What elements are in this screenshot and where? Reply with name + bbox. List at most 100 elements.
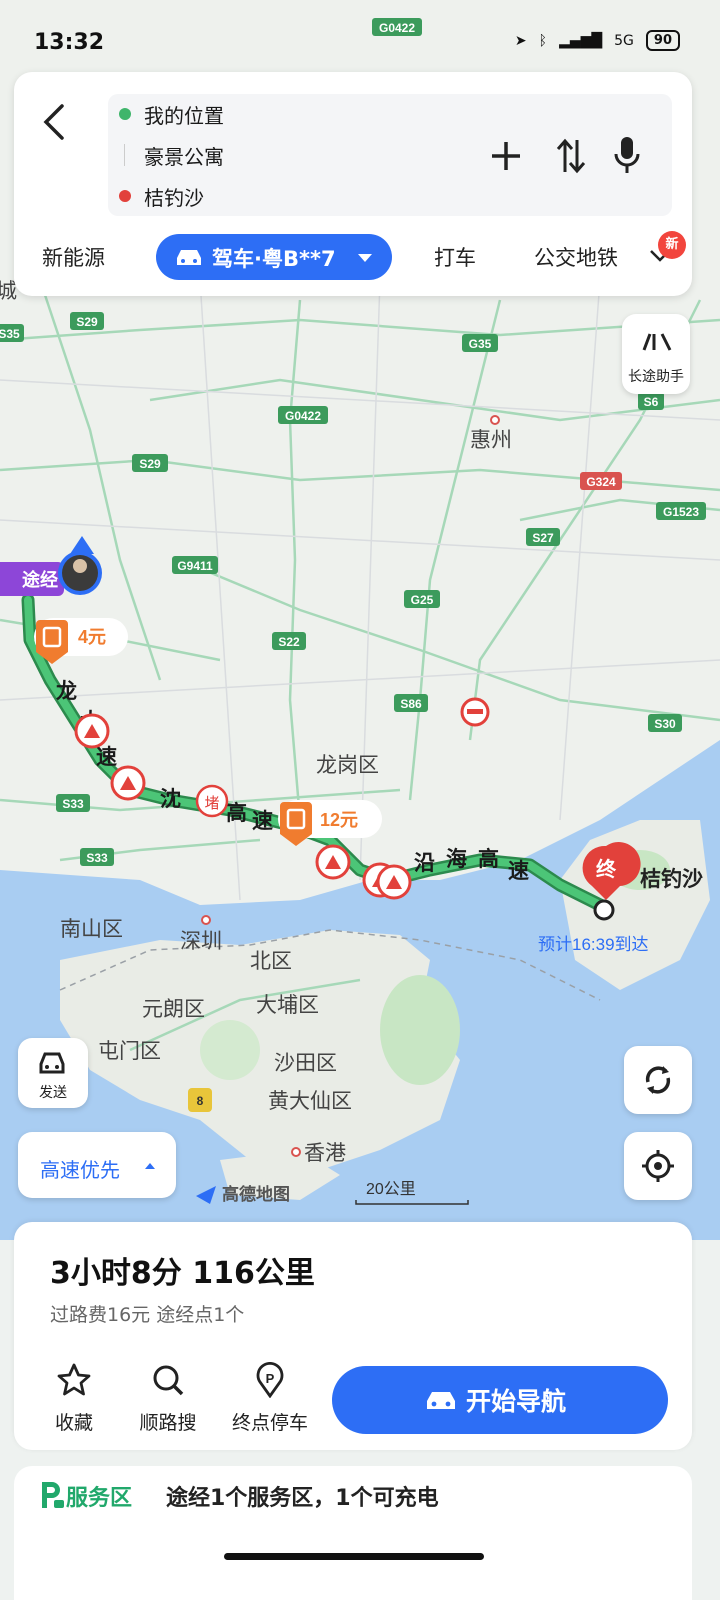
road-shield-g324: G324 (580, 472, 622, 490)
eta-label: 预计16:39到达 (538, 935, 649, 954)
route-preference-button[interactable]: 高速优先 (18, 1132, 176, 1198)
refresh-icon (645, 1066, 671, 1094)
waypoint-tag: 途经 (0, 562, 64, 596)
road-shield-s6: S6 (638, 392, 664, 410)
network-label: 5G (614, 32, 634, 49)
road-shield-s29: S29 (70, 312, 104, 330)
new-badge: 新 (658, 231, 686, 259)
road-shield-s30: S30 (648, 714, 682, 732)
collect-label: 收藏 (54, 1412, 93, 1434)
destination-parking-button[interactable]: P 终点停车 (230, 1361, 310, 1434)
waypoint-field[interactable]: 豪景公寓 (144, 141, 224, 170)
place-shatian: 沙田区 (274, 1052, 337, 1075)
svg-text:G0422: G0422 (285, 409, 321, 423)
route-name-char: 沿 (414, 852, 435, 875)
swap-icon[interactable] (554, 136, 588, 176)
car-icon (177, 250, 201, 265)
svg-text:S86: S86 (400, 697, 422, 711)
tab-new-energy[interactable]: 新能源 (42, 242, 105, 272)
back-icon[interactable] (40, 102, 68, 142)
svg-text:S29: S29 (139, 457, 161, 471)
road-trip-icon (642, 333, 672, 351)
battery-indicator: 90 (645, 30, 680, 51)
locate-me-button[interactable] (624, 1132, 692, 1200)
location-icon: ➤ (514, 32, 527, 49)
long-trip-assistant-button[interactable]: 长途助手 (622, 314, 690, 394)
service-area-card[interactable]: 服务区 途经1个服务区，1个可充电 (14, 1466, 692, 1600)
svg-text:G35: G35 (469, 337, 492, 351)
origin-field[interactable]: 我的位置 (144, 100, 224, 129)
park-area (200, 1020, 260, 1080)
svg-text:8: 8 (197, 1094, 204, 1108)
svg-text:4元: 4元 (78, 627, 106, 647)
car-send-icon (39, 1052, 65, 1074)
road-shield-s27: S27 (526, 528, 560, 546)
route-summary-panel: 3小时8分 116公里 过路费16元 途经点1个 收藏 顺路搜 P 终点停车 开… (14, 1222, 692, 1450)
svg-text:S33: S33 (62, 797, 84, 811)
svg-text:G324: G324 (586, 475, 616, 489)
svg-text:G1523: G1523 (663, 505, 699, 519)
place-hongkong: 香港 (304, 1142, 346, 1165)
collect-button[interactable]: 收藏 (34, 1362, 114, 1434)
start-navigation-button[interactable]: 开始导航 (332, 1366, 668, 1434)
svg-text:S22: S22 (278, 635, 300, 649)
road-shield-s35: S35 (0, 324, 24, 342)
svg-text:高德地图: 高德地图 (222, 1184, 290, 1204)
search-icon (153, 1365, 184, 1396)
route-name-char: 高 (478, 847, 499, 871)
road-shield-g9411: G9411 (172, 556, 218, 574)
tab-taxi[interactable]: 打车 (434, 242, 476, 272)
city-dot (490, 415, 500, 425)
search-along-label: 顺路搜 (139, 1412, 197, 1434)
divider (124, 144, 125, 166)
microphone-icon[interactable] (612, 134, 642, 176)
place-yuanlang: 元朗区 (142, 998, 205, 1021)
chevron-up-icon (145, 1163, 155, 1169)
place-dapu: 大埔区 (256, 994, 319, 1017)
car-icon (427, 1392, 455, 1409)
svg-text:途经: 途经 (22, 569, 58, 590)
route-name-char: 速 (508, 860, 529, 883)
send-to-car-button[interactable]: 发送 (18, 1038, 88, 1108)
tab-transit[interactable]: 公交地铁 (534, 242, 624, 272)
svg-text:S27: S27 (532, 531, 554, 545)
construction-icon (376, 864, 412, 900)
construction-icon (74, 713, 110, 749)
place-north: 北区 (250, 950, 292, 973)
route-name-char: 龙 (56, 679, 77, 703)
svg-text:P: P (266, 1371, 275, 1386)
road-shield-g1523: G1523 (656, 502, 706, 520)
home-indicator[interactable] (224, 1553, 484, 1560)
parking-icon: P (256, 1361, 284, 1399)
long-trip-label: 长途助手 (628, 369, 684, 385)
city-dot (201, 915, 211, 925)
svg-text:20公里: 20公里 (366, 1180, 416, 1198)
svg-text:S6: S6 (644, 395, 659, 409)
road-shield-s22: S22 (272, 632, 306, 650)
place-nanshan: 南山区 (60, 918, 123, 941)
park-area (380, 975, 460, 1085)
destination-field[interactable]: 桔钓沙 (144, 182, 204, 211)
drive-label: 驾车·粤B**7 (212, 247, 336, 271)
svg-text:G9411: G9411 (177, 559, 213, 573)
place-longgang: 龙岗区 (316, 754, 379, 777)
construction-icon (315, 844, 351, 880)
route-toll-waypoints: 过路费16元 途经点1个 (50, 1304, 245, 1326)
route-name-char: 速 (252, 810, 273, 833)
route-name-char: 海 (446, 847, 467, 871)
tab-drive[interactable]: 驾车·粤B**7 (156, 234, 392, 280)
chevron-down-icon (358, 254, 372, 262)
svg-text:S33: S33 (86, 851, 108, 865)
place-tunmen: 屯门区 (98, 1040, 161, 1063)
search-along-button[interactable]: 顺路搜 (128, 1362, 208, 1434)
place-destination: 桔钓沙 (640, 867, 703, 891)
road-shield-s86: S86 (394, 694, 428, 712)
svg-text:G25: G25 (411, 593, 434, 607)
road-shield-g25: G25 (404, 590, 440, 608)
svg-text:终: 终 (596, 857, 617, 881)
refresh-route-button[interactable] (624, 1046, 692, 1114)
svg-text:S29: S29 (76, 315, 98, 329)
city-dot (291, 1147, 301, 1157)
star-icon (57, 1363, 91, 1396)
add-waypoint-icon[interactable] (488, 138, 524, 174)
